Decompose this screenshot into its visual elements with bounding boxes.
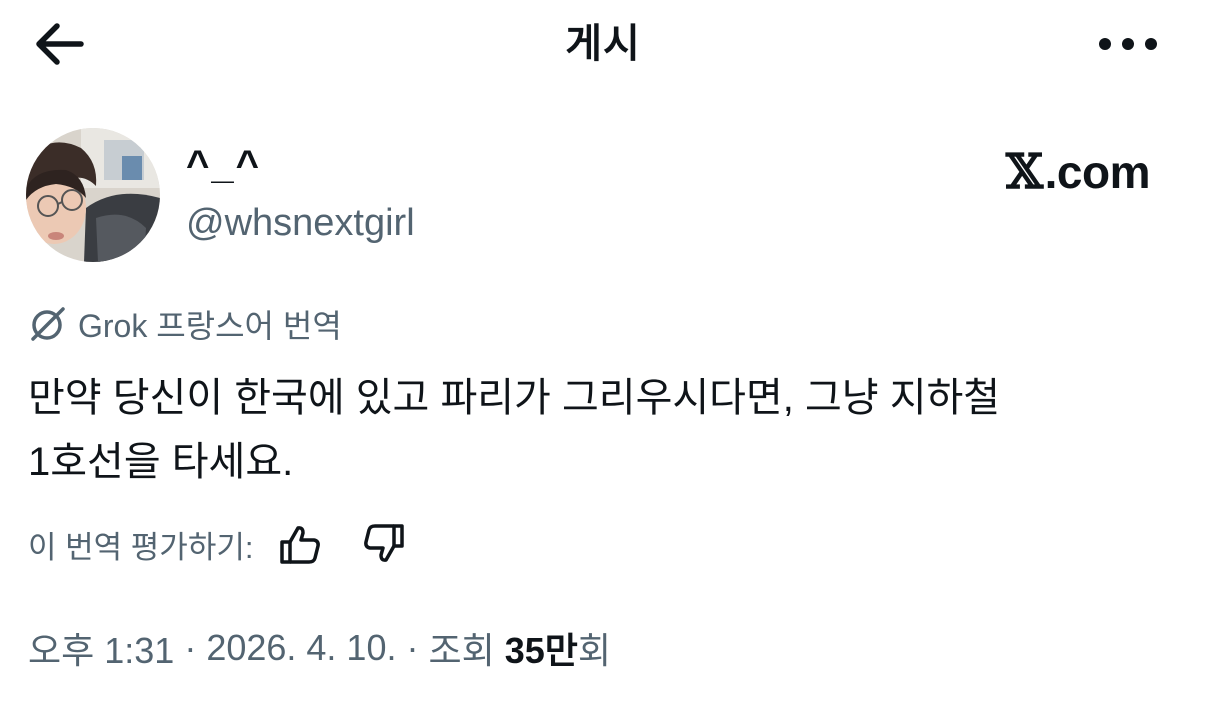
x-logo-icon: 𝕏 bbox=[1005, 144, 1043, 200]
views-label: 조회 bbox=[428, 630, 495, 671]
more-options-button[interactable] bbox=[1090, 18, 1166, 70]
avatar-photo bbox=[26, 128, 160, 262]
meta-separator: · bbox=[406, 627, 419, 668]
thumbs-up-icon bbox=[280, 526, 321, 564]
post-date[interactable]: 2026. 4. 10. bbox=[206, 627, 396, 669]
display-name[interactable]: ^_^ bbox=[186, 140, 261, 190]
grok-icon bbox=[31, 307, 65, 341]
meta-separator: · bbox=[184, 627, 197, 668]
site-badge: 𝕏 .com bbox=[1005, 144, 1151, 200]
page-title: 게시 bbox=[565, 22, 641, 66]
tweet-text: 만약 당신이 한국에 있고 파리가 그리우시다면, 그냥 지하철 1호선을 타세… bbox=[28, 366, 1188, 494]
translation-label: Grok 프랑스어 번역 bbox=[78, 308, 342, 344]
thumbs-up-button[interactable] bbox=[271, 516, 329, 572]
site-domain: .com bbox=[1044, 146, 1151, 198]
tweet-text-line: 만약 당신이 한국에 있고 파리가 그리우시다면, 그냥 지하철 bbox=[28, 376, 1001, 420]
post-meta: 오후 1:31 · 2026. 4. 10. · 조회 35만 회 bbox=[28, 620, 611, 676]
more-horizontal-icon bbox=[1099, 38, 1157, 50]
views-count[interactable]: 35만 bbox=[505, 622, 578, 674]
translation-rating: 이 번역 평가하기: bbox=[28, 516, 413, 572]
avatar[interactable] bbox=[26, 128, 160, 262]
user-handle[interactable]: @whsnextgirl bbox=[186, 198, 415, 248]
post-time[interactable]: 오후 1:31 bbox=[28, 622, 174, 674]
translation-note[interactable]: Grok 프랑스어 번역 bbox=[28, 300, 342, 348]
top-bar: 게시 bbox=[0, 0, 1206, 90]
thumbs-down-icon bbox=[364, 524, 405, 562]
thumbs-down-button[interactable] bbox=[355, 516, 413, 572]
views-suffix: 회 bbox=[577, 630, 612, 671]
tweet-text-line: 1호선을 타세요. bbox=[28, 440, 294, 484]
rating-label: 이 번역 평가하기: bbox=[28, 529, 254, 565]
